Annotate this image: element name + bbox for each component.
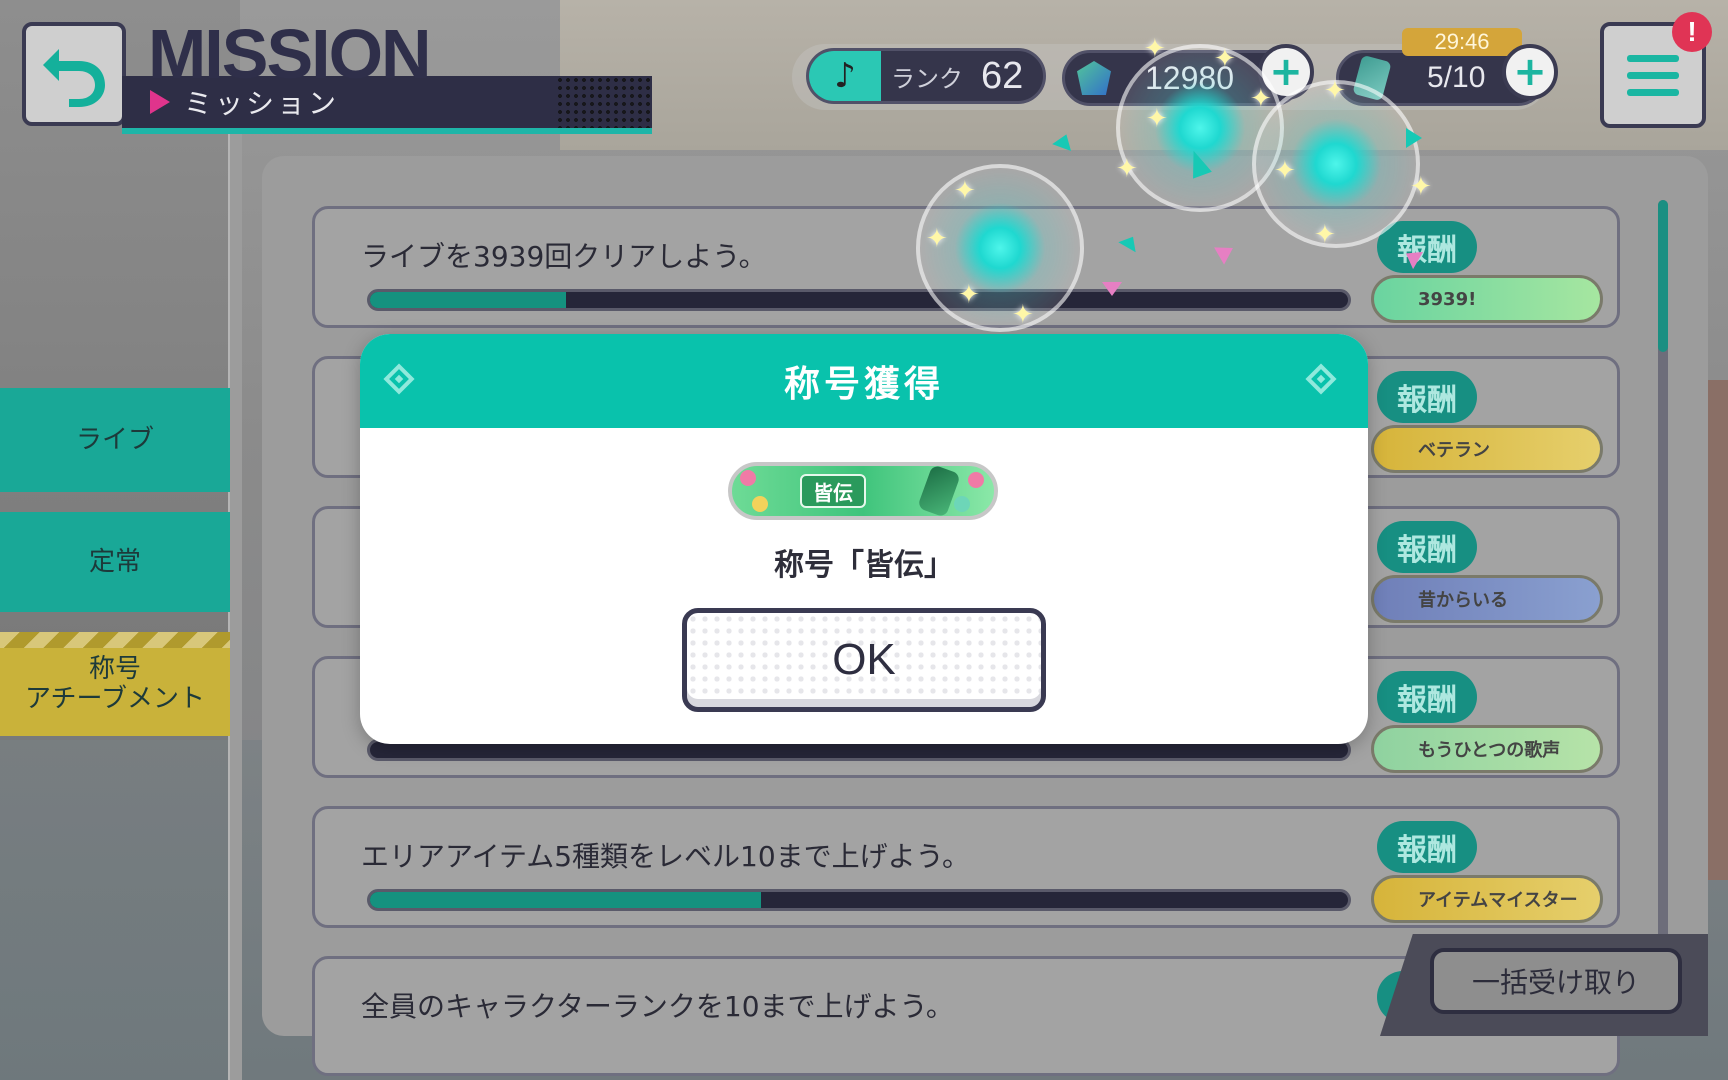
bulk-receive-button[interactable]: 一括受け取り xyxy=(1430,948,1682,1014)
rank-label: ランク xyxy=(891,64,963,93)
sidebar-item-live[interactable]: ライブ xyxy=(0,388,230,492)
reward-title-plate: 昔からいる xyxy=(1371,575,1603,623)
rank-value: 62 xyxy=(981,54,1024,97)
dialog-header: 称号獲得 xyxy=(360,334,1368,428)
back-arrow-icon xyxy=(43,49,105,107)
sparkle-star-icon: ✦ xyxy=(926,224,948,254)
reward-button[interactable]: 報酬 xyxy=(1377,671,1477,723)
dialog-caption: 称号「皆伝」 xyxy=(774,548,954,583)
sparkle-star-icon: ✦ xyxy=(958,280,980,310)
dialog-title: 称号獲得 xyxy=(783,364,944,405)
sparkle-star-icon: ✦ xyxy=(1314,220,1336,250)
title-acquired-dialog: 称号獲得 皆伝 称号「皆伝」 OK xyxy=(360,334,1368,744)
diamond-icon xyxy=(383,363,415,395)
sparkle-star-icon: ✦ xyxy=(1012,300,1034,330)
mission-text: 全員のキャラクターランクを10まで上げよう。 xyxy=(361,990,954,1023)
menu-icon-line xyxy=(1627,71,1679,79)
sparkle-star-icon: ✦ xyxy=(1324,76,1346,106)
energy-count: 5/10 xyxy=(1427,61,1486,94)
flower-decoration xyxy=(752,496,768,512)
diamond-icon xyxy=(1305,363,1337,395)
add-energy-button[interactable]: + xyxy=(1502,44,1558,100)
progress-fill xyxy=(370,892,762,908)
sidebar-item-label: 定常 xyxy=(88,547,141,577)
sparkle-star-icon: ✦ xyxy=(1116,154,1138,184)
sparkle-star-icon: ✦ xyxy=(1144,34,1166,64)
plus-icon: + xyxy=(1513,49,1547,95)
mission-card: エリアアイテム5種類をレベル10まで上げよう。 報酬 アイテムマイスター xyxy=(312,806,1620,928)
flower-decoration xyxy=(740,470,756,486)
mission-text: エリアアイテム5種類をレベル10まで上げよう。 xyxy=(361,840,970,873)
reward-title-plate: 3939! xyxy=(1371,275,1603,323)
reward-button[interactable]: 報酬 xyxy=(1377,221,1477,273)
flower-decoration xyxy=(968,472,984,488)
mission-text: ライブを3939回クリアしよう。 xyxy=(361,240,767,273)
reward-title-plate: もうひとつの歌声 xyxy=(1371,725,1603,773)
scrollbar-thumb[interactable] xyxy=(1658,200,1668,352)
music-note-icon: ♪ xyxy=(809,51,881,101)
sparkle-star-icon: ✦ xyxy=(1146,104,1168,134)
menu-icon-line xyxy=(1627,88,1679,96)
menu-icon-line xyxy=(1627,54,1679,62)
sparkle-star-icon: ✦ xyxy=(1214,44,1236,74)
alert-badge: ! xyxy=(1672,12,1712,52)
progress-bar xyxy=(367,889,1351,911)
page-title: MISSION xyxy=(148,15,432,93)
sidebar-item-label: 称号 xyxy=(88,654,141,684)
energy-timer: 29:46 xyxy=(1402,28,1522,56)
sparkle-star-icon: ✦ xyxy=(1250,84,1272,114)
bottle-icon xyxy=(917,464,961,518)
background-divider xyxy=(228,120,242,1080)
confetti-piece xyxy=(1406,128,1422,148)
title-badge-text: 皆伝 xyxy=(800,474,866,508)
gem-icon xyxy=(1077,61,1111,95)
reward-button[interactable]: 報酬 xyxy=(1377,371,1477,423)
ok-button[interactable]: OK xyxy=(682,608,1046,712)
halftone-decoration xyxy=(556,76,652,128)
confetti-piece xyxy=(1102,282,1122,296)
progress-fill xyxy=(370,292,566,308)
reward-button[interactable]: 報酬 xyxy=(1377,521,1477,573)
sparkle-star-icon: ✦ xyxy=(954,176,976,206)
sidebar-item-regular[interactable]: 定常 xyxy=(0,512,230,612)
progress-bar xyxy=(367,289,1351,311)
reward-title-plate: アイテムマイスター xyxy=(1371,875,1603,923)
sidebar-item-label: アチーブメント xyxy=(25,684,205,714)
sparkle-star-icon: ✦ xyxy=(1274,156,1296,186)
reward-title-plate: ベテラン xyxy=(1371,425,1603,473)
sidebar-item-label: ライブ xyxy=(75,425,154,455)
back-button[interactable] xyxy=(22,22,126,126)
sparkle-star-icon: ✦ xyxy=(1410,172,1432,202)
reward-button[interactable]: 報酬 xyxy=(1377,821,1477,873)
title-badge-plate: 皆伝 xyxy=(728,462,998,520)
hazard-stripe xyxy=(0,632,230,648)
flower-decoration xyxy=(954,496,970,512)
rank-display: ♪ ランク 62 xyxy=(806,48,1046,104)
